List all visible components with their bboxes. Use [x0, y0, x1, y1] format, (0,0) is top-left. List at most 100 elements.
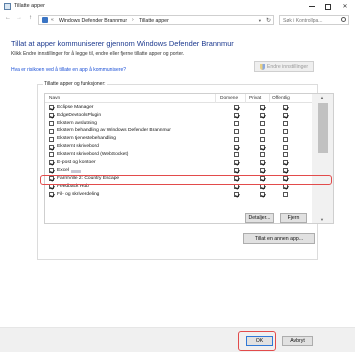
chevron-down-icon[interactable]: ▾ [259, 18, 261, 24]
scroll-up-icon[interactable]: ▲ [320, 95, 324, 100]
private-checkbox[interactable] [260, 152, 265, 158]
domain-checkbox[interactable] [234, 136, 239, 142]
close-icon: ✕ [342, 4, 348, 10]
scroll-down-icon[interactable]: ▼ [320, 217, 324, 222]
up-arrow-icon[interactable]: ↑ [29, 15, 32, 21]
public-checkbox[interactable] [283, 112, 288, 118]
column-name-header[interactable]: Navn [49, 96, 60, 101]
table-row[interactable]: Fil- og skriverdeling [45, 191, 307, 199]
private-checkbox[interactable] [260, 105, 265, 110]
public-checkbox[interactable] [283, 168, 288, 174]
page-title: Tillat at apper kommuniserer gjennom Win… [11, 39, 234, 48]
minimize-icon [309, 6, 315, 7]
remove-button[interactable]: Fjern [280, 213, 307, 223]
domain-checkbox[interactable] [234, 144, 239, 150]
forward-arrow-icon[interactable]: → [16, 15, 22, 21]
table-scrollbar[interactable]: ▲ ▼ [312, 94, 333, 223]
excel-row-highlight [40, 175, 332, 185]
private-checkbox[interactable] [260, 112, 265, 118]
table-header: Navn Domene Privat Offentlig [45, 94, 333, 103]
app-name: Ekstern avslutning [57, 120, 97, 126]
table-row[interactable]: Eclipse Manager [45, 104, 307, 112]
app-enabled-checkbox[interactable] [49, 136, 54, 142]
table-row[interactable]: Eksternt skrivebord [45, 144, 307, 152]
table-row[interactable]: E-post og kontoer [45, 159, 307, 167]
app-enabled-checkbox[interactable] [49, 152, 54, 158]
public-checkbox[interactable] [283, 191, 288, 197]
private-checkbox[interactable] [260, 120, 265, 126]
column-domain-header[interactable]: Domene [220, 96, 238, 101]
minimize-button[interactable] [305, 0, 319, 13]
close-button[interactable]: ✕ [338, 0, 352, 13]
instructions-text: Klikk Endre innstillinger for å legge ti… [11, 51, 185, 57]
table-row[interactable]: EdgeDevtoolsPlugin [45, 112, 307, 120]
app-name: Ekstern tjenestebehandling [57, 136, 117, 142]
domain-checkbox[interactable] [234, 105, 239, 110]
ok-button-highlight [238, 331, 276, 351]
private-checkbox[interactable] [260, 168, 265, 174]
public-checkbox[interactable] [283, 152, 288, 158]
app-enabled-checkbox[interactable] [49, 191, 54, 197]
firewall-app-icon [4, 3, 11, 10]
table-row[interactable]: Excel [45, 167, 307, 175]
domain-checkbox[interactable] [234, 160, 239, 166]
public-checkbox[interactable] [283, 144, 288, 150]
domain-checkbox[interactable] [234, 191, 239, 197]
refresh-icon[interactable]: ↻ [266, 17, 271, 24]
app-enabled-checkbox[interactable] [49, 120, 54, 126]
back-arrow-icon[interactable]: ← [5, 15, 11, 21]
domain-checkbox[interactable] [234, 128, 239, 134]
address-row: ← → ↑ « Windows Defender Brannmur › Till… [0, 13, 355, 27]
breadcrumb-allowed-apps[interactable]: Tillatte apper [139, 18, 169, 24]
table-row[interactable]: Ekstern avslutning [45, 120, 307, 128]
table-row[interactable]: Ekstern tjenestebehandling [45, 136, 307, 144]
domain-checkbox[interactable] [234, 112, 239, 118]
table-row[interactable]: Ekstern behandling av Windows Defender B… [45, 128, 307, 136]
app-enabled-checkbox[interactable] [49, 168, 54, 174]
app-enabled-checkbox[interactable] [49, 112, 54, 118]
domain-checkbox[interactable] [234, 152, 239, 158]
app-enabled-checkbox[interactable] [49, 160, 54, 166]
app-name: Eclipse Manager [57, 104, 94, 110]
search-input[interactable]: Søk i Kontrollpa... [279, 15, 349, 25]
app-enabled-checkbox[interactable] [49, 128, 54, 134]
column-public-header[interactable]: Offentlig [272, 96, 290, 101]
app-name: EdgeDevtoolsPlugin [57, 112, 102, 118]
risk-help-link[interactable]: Hva er risikoen ved å tillate en app å k… [11, 67, 126, 73]
window-title: Tillatte apper [14, 3, 45, 9]
public-checkbox[interactable] [283, 120, 288, 126]
domain-checkbox[interactable] [234, 168, 239, 174]
column-private-header[interactable]: Privat [249, 96, 261, 101]
change-settings-button[interactable]: Endre innstillinger [254, 61, 314, 72]
private-checkbox[interactable] [260, 136, 265, 142]
cancel-button[interactable]: Avbryt [282, 336, 313, 346]
allowed-apps-table: Navn Domene Privat Offentlig Eclipse Man… [44, 93, 334, 224]
app-name: E-post og kontoer [57, 160, 96, 166]
app-name: Excel [57, 167, 69, 173]
app-enabled-checkbox[interactable] [49, 144, 54, 150]
maximize-icon [325, 3, 331, 10]
private-checkbox[interactable] [260, 128, 265, 134]
app-enabled-checkbox[interactable] [49, 105, 54, 110]
details-button[interactable]: Detaljer... [245, 213, 274, 223]
public-checkbox[interactable] [283, 105, 288, 110]
private-checkbox[interactable] [260, 191, 265, 197]
search-icon [341, 17, 346, 22]
maximize-button[interactable] [321, 0, 335, 13]
redacted-text [71, 169, 81, 173]
private-checkbox[interactable] [260, 144, 265, 150]
table-row[interactable]: Eksternt skrivebord (WebSocket) [45, 151, 307, 159]
breadcrumb-separator: › [132, 17, 134, 23]
scroll-thumb[interactable] [318, 103, 328, 153]
address-bar[interactable]: « Windows Defender Brannmur › Tillatte a… [38, 15, 274, 25]
public-checkbox[interactable] [283, 136, 288, 142]
domain-checkbox[interactable] [234, 120, 239, 126]
breadcrumb-firewall[interactable]: Windows Defender Brannmur [59, 18, 127, 24]
private-checkbox[interactable] [260, 160, 265, 166]
public-checkbox[interactable] [283, 160, 288, 166]
allowed-apps-group-label: Tillatte apper og funksjoner: [43, 81, 107, 87]
breadcrumb-overflow[interactable]: « [51, 17, 54, 23]
public-checkbox[interactable] [283, 128, 288, 134]
control-panel-icon [42, 17, 48, 23]
allow-another-app-button[interactable]: Tillat en annen app... [243, 233, 315, 244]
